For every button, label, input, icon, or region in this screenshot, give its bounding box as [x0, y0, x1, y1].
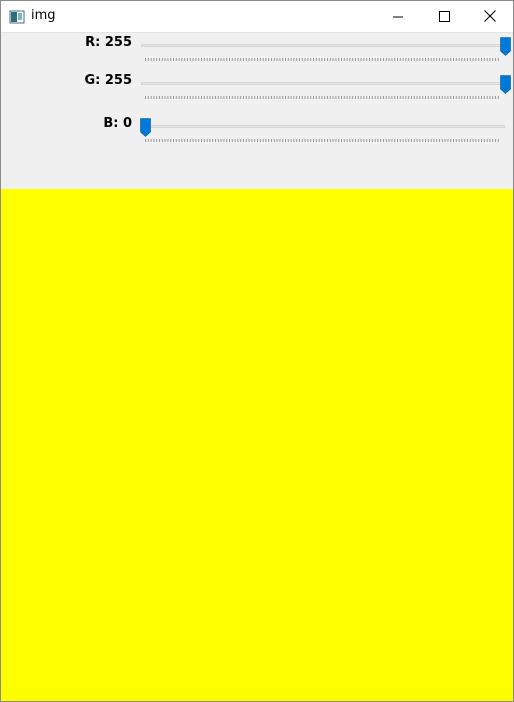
- trackbar-r: R: 255: [1, 35, 513, 71]
- title-bar[interactable]: img: [1, 1, 513, 33]
- trackbar-b-label: B: 0: [103, 116, 132, 131]
- trackbar-g-ticks: [145, 96, 499, 99]
- maximize-button[interactable]: [421, 1, 467, 32]
- window-app-icon[interactable]: [9, 9, 25, 25]
- trackbar-g-track[interactable]: [141, 82, 505, 85]
- trackbar-b-track[interactable]: [141, 125, 505, 128]
- minimize-button[interactable]: [375, 1, 421, 32]
- trackbar-r-ticks: [145, 58, 499, 61]
- trackbar-b-thumb[interactable]: [140, 118, 151, 137]
- window-title: img: [31, 8, 56, 23]
- maximize-icon: [438, 7, 450, 26]
- trackbar-b: B: 0: [1, 116, 513, 152]
- image-canvas: [1, 189, 513, 701]
- close-button[interactable]: [467, 1, 513, 32]
- trackbar-g-thumb[interactable]: [500, 75, 511, 94]
- trackbar-r-track[interactable]: [141, 44, 505, 47]
- trackbar-r-thumb[interactable]: [500, 37, 511, 56]
- trackbar-g-label: G: 255: [84, 73, 132, 88]
- app-window: img R: 255 G: 255 B: 0: [0, 0, 514, 702]
- close-icon: [484, 7, 496, 26]
- trackbar-g: G: 255: [1, 73, 513, 109]
- trackbar-b-ticks: [145, 139, 499, 142]
- trackbar-r-label: R: 255: [85, 35, 132, 50]
- minimize-icon: [393, 7, 403, 26]
